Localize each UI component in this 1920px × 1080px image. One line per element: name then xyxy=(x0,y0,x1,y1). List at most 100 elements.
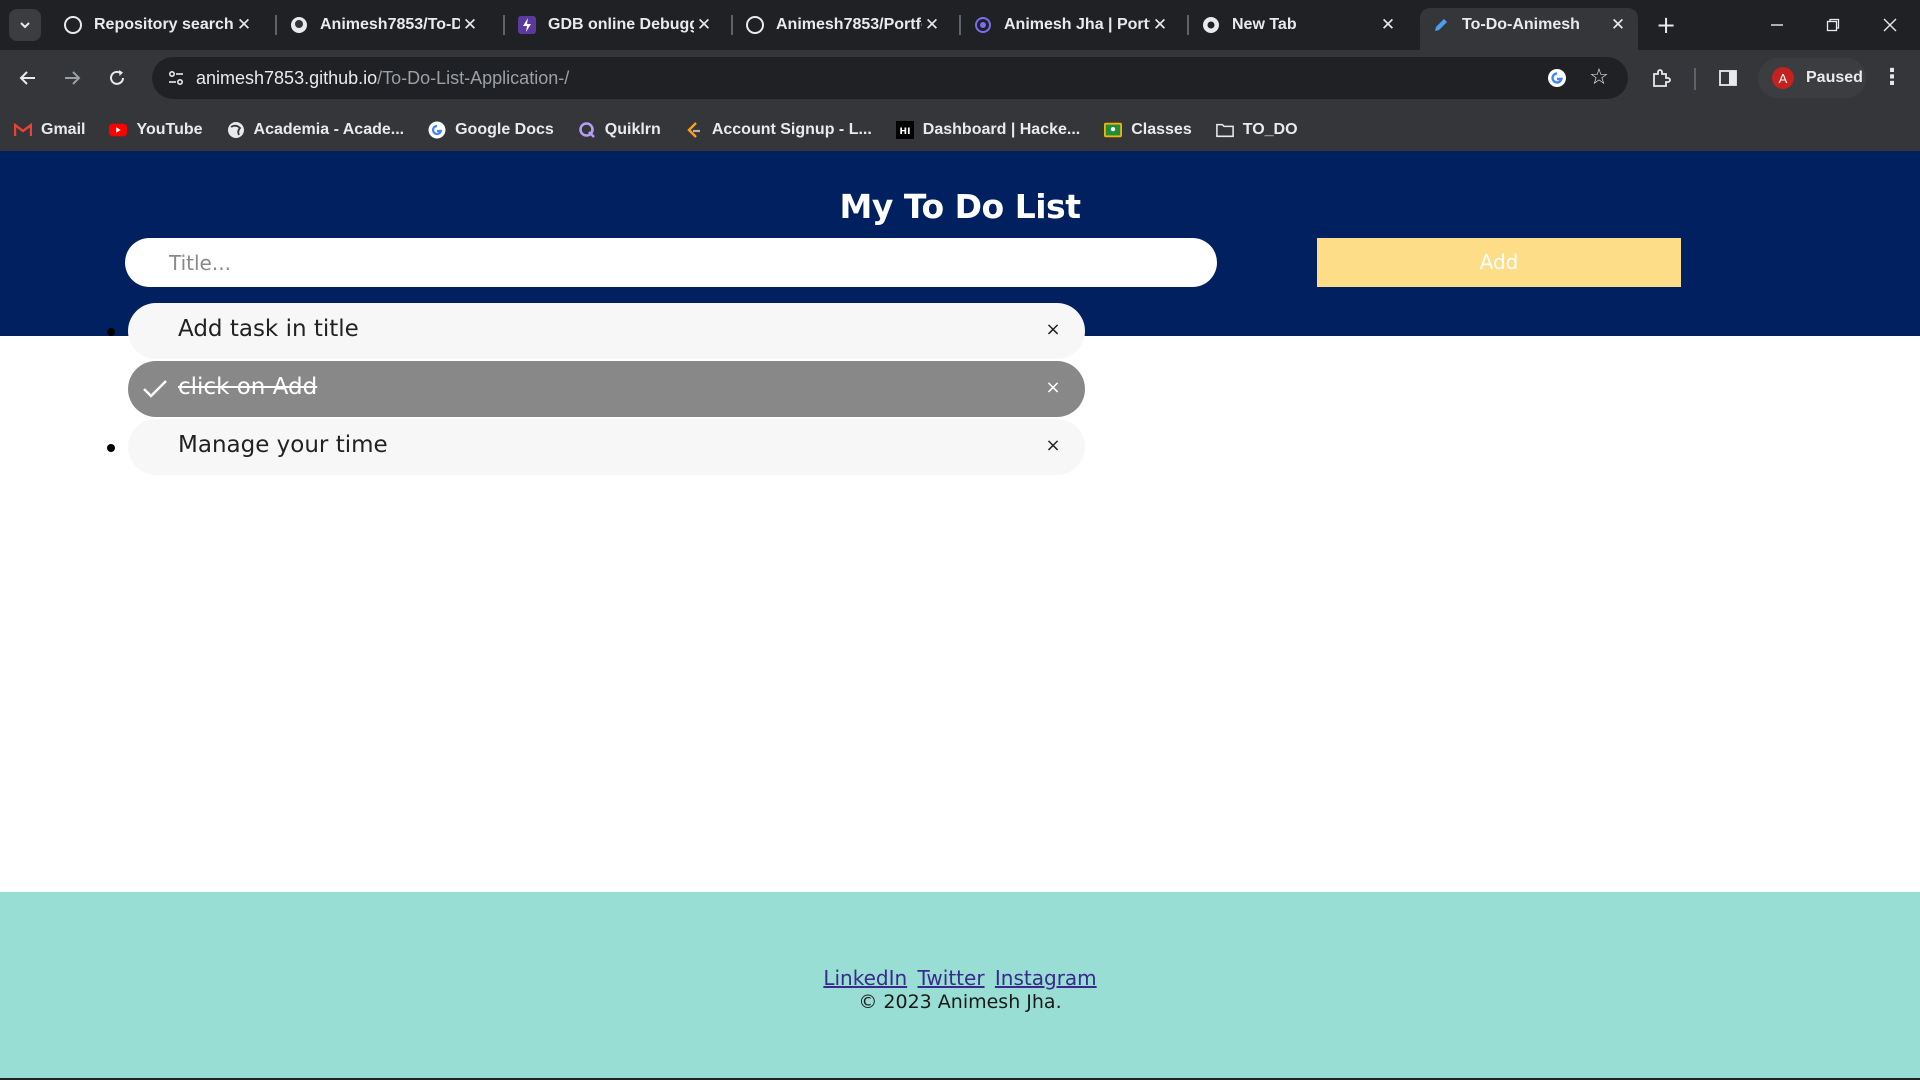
puzzle-icon xyxy=(1653,69,1671,87)
close-icon[interactable]: ✕ xyxy=(234,15,254,35)
restore-button[interactable] xyxy=(1805,0,1861,50)
tab-portfolio-repo[interactable]: Animesh7853/Portfo ✕ xyxy=(734,8,952,42)
delete-task-button[interactable]: × xyxy=(1041,374,1065,402)
task-item-completed[interactable]: click on Add × xyxy=(128,361,1085,417)
task-item[interactable]: Add task in title × xyxy=(107,303,1085,359)
site-info-icon[interactable] xyxy=(162,64,190,92)
bookmark-academia[interactable]: Academia - Acade... xyxy=(227,120,405,139)
todo-page: My To Do List Add Add task in title × cl… xyxy=(0,151,1920,1080)
restore-icon xyxy=(1826,18,1840,32)
bookmark-account-signup[interactable]: Account Signup - L... xyxy=(685,121,872,139)
tab-label: To-Do-Animesh xyxy=(1462,16,1580,33)
bookmark-label: Account Signup - L... xyxy=(711,120,872,138)
bookmark-label: TO_DO xyxy=(1242,120,1298,138)
task-item[interactable]: Manage your time × xyxy=(107,419,1085,475)
tab-portfolio-site[interactable]: Animesh Jha | Portfo ✕ xyxy=(962,8,1180,42)
address-bar[interactable]: animesh7853.github.io/To-Do-List-Applica… xyxy=(152,57,1628,99)
bookmark-hackerrank[interactable]: HI Dashboard | Hacke... xyxy=(895,120,1080,139)
bookmarks-bar: Gmail YouTube Academia - Acade... Google… xyxy=(0,108,1920,151)
minimize-button[interactable] xyxy=(1749,0,1805,50)
github-icon xyxy=(64,16,82,34)
url-host: animesh7853.github.io xyxy=(196,68,378,88)
browser-chrome: Repository search re ✕ Animesh7853/To-Do… xyxy=(0,0,1920,151)
bookmark-youtube[interactable]: YouTube xyxy=(109,120,203,139)
chrome-icon xyxy=(1202,16,1220,34)
instagram-link[interactable]: Instagram xyxy=(995,966,1097,990)
youtube-icon xyxy=(109,121,128,139)
bookmark-quiklrn[interactable]: Quiklrn xyxy=(578,121,661,139)
delete-task-button[interactable]: × xyxy=(1041,432,1065,460)
url-path: /To-Do-List-Application-/ xyxy=(377,68,570,88)
bookmark-star-icon[interactable]: ☆ xyxy=(1586,65,1612,91)
bookmark-folder-todo[interactable]: TO_DO xyxy=(1215,120,1298,139)
back-button[interactable] xyxy=(12,62,44,94)
forward-button[interactable] xyxy=(56,62,88,94)
tab-new-tab[interactable]: New Tab ✕ xyxy=(1190,8,1408,42)
close-icon[interactable]: ✕ xyxy=(922,15,942,35)
page-title: My To Do List xyxy=(839,187,1081,226)
quiklrn-icon xyxy=(578,121,596,139)
bookmark-classes[interactable]: Classes xyxy=(1104,121,1192,139)
tab-strip: Repository search re ✕ Animesh7853/To-Do… xyxy=(0,0,1920,50)
list-bullet xyxy=(107,328,115,336)
portfolio-icon xyxy=(974,16,992,34)
profile-status: Paused xyxy=(1806,69,1863,86)
task-title-input[interactable] xyxy=(125,238,1217,287)
google-lens-icon[interactable] xyxy=(1546,67,1568,89)
svg-text:HI: HI xyxy=(899,127,910,137)
browser-menu-button[interactable]: ⋮ xyxy=(1880,63,1904,93)
close-icon[interactable]: ✕ xyxy=(694,15,714,35)
bookmark-label: Academia - Acade... xyxy=(253,120,405,138)
chevron-down-icon xyxy=(20,22,30,29)
reload-icon xyxy=(110,70,124,85)
github-icon xyxy=(290,16,308,34)
tab-label: Animesh7853/To-Do xyxy=(320,16,460,33)
task-text: click on Add xyxy=(178,374,318,400)
side-panel-button[interactable] xyxy=(1713,63,1743,93)
globe-icon xyxy=(227,121,245,139)
minimize-icon xyxy=(1771,24,1783,26)
tab-label: New Tab xyxy=(1232,16,1297,33)
tab-search-button[interactable] xyxy=(9,9,41,41)
browser-toolbar: animesh7853.github.io/To-Do-List-Applica… xyxy=(0,50,1920,108)
new-tab-button[interactable]: + xyxy=(1652,11,1680,39)
close-window-button[interactable] xyxy=(1862,0,1918,50)
tab-todo-animesh[interactable]: To-Do-Animesh ✕ xyxy=(1420,8,1638,50)
tab-label: Animesh Jha | Portfo xyxy=(1004,16,1150,33)
gmail-icon xyxy=(14,121,32,139)
close-icon xyxy=(1883,18,1897,32)
profile-button[interactable]: A Paused xyxy=(1758,58,1866,98)
bookmark-label: Quiklrn xyxy=(604,120,661,138)
bookmark-google-docs[interactable]: Google Docs xyxy=(428,121,554,139)
delete-task-button[interactable]: × xyxy=(1041,316,1065,344)
linkedin-link[interactable]: LinkedIn xyxy=(823,966,907,990)
folder-icon xyxy=(1215,121,1234,139)
github-icon xyxy=(746,16,764,34)
add-task-button[interactable]: Add xyxy=(1317,238,1681,287)
extensions-button[interactable] xyxy=(1646,63,1676,93)
task-text: Manage your time xyxy=(178,432,388,458)
google-icon xyxy=(428,121,446,139)
arrow-right-icon xyxy=(65,71,81,85)
hackerrank-icon: HI xyxy=(895,120,914,139)
bookmark-label: YouTube xyxy=(136,120,203,138)
tab-repository-search[interactable]: Repository search re ✕ xyxy=(52,8,264,42)
close-icon[interactable]: ✕ xyxy=(460,15,480,35)
tab-gdb-debugger[interactable]: GDB online Debugge ✕ xyxy=(506,8,724,42)
social-links: LinkedIn Twitter Instagram xyxy=(0,966,1920,990)
url-text[interactable]: animesh7853.github.io/To-Do-List-Applica… xyxy=(196,68,569,89)
close-icon[interactable]: ✕ xyxy=(1378,15,1398,35)
tab-separator xyxy=(959,15,961,35)
close-icon[interactable]: ✕ xyxy=(1608,15,1628,35)
tab-separator xyxy=(503,15,505,35)
bookmark-label: Classes xyxy=(1131,120,1192,138)
tab-todo-repo[interactable]: Animesh7853/To-Do ✕ xyxy=(278,8,490,42)
reload-button[interactable] xyxy=(101,62,133,94)
bookmark-gmail[interactable]: Gmail xyxy=(14,121,85,139)
tab-label: Repository search re xyxy=(94,16,234,33)
bookmark-label: Gmail xyxy=(41,120,86,138)
close-icon[interactable]: ✕ xyxy=(1150,15,1170,35)
side-panel-icon xyxy=(1719,70,1737,86)
twitter-link[interactable]: Twitter xyxy=(918,966,985,990)
tab-separator xyxy=(275,15,277,35)
